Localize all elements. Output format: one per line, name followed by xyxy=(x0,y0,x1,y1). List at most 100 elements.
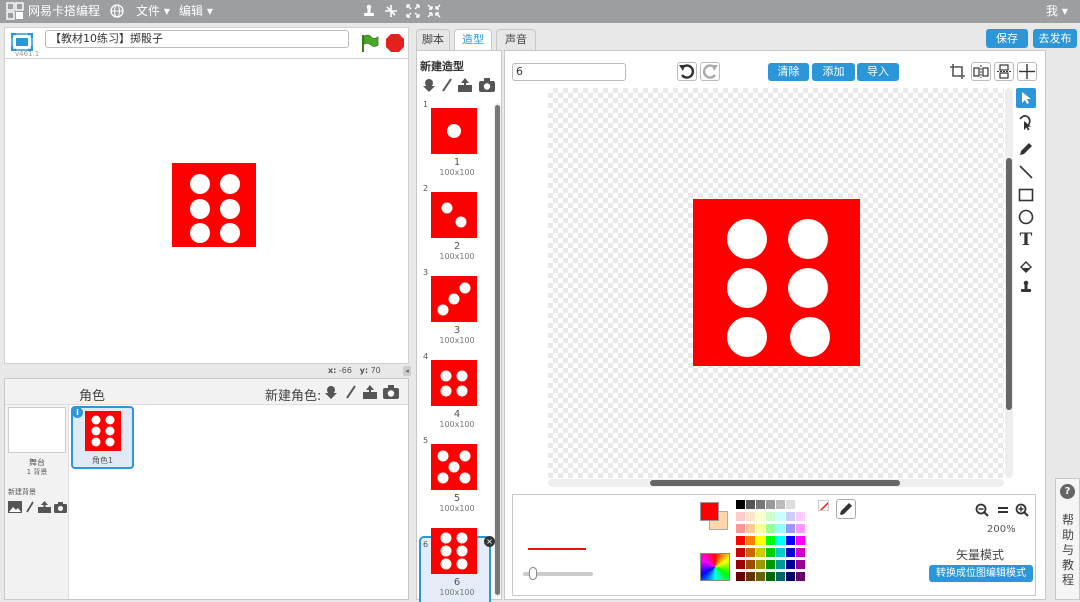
green-flag-button[interactable] xyxy=(359,33,379,53)
stop-button[interactable] xyxy=(385,33,405,53)
palette-swatch[interactable] xyxy=(766,536,775,545)
palette-swatch[interactable] xyxy=(786,572,795,581)
canvas-die-shape[interactable] xyxy=(693,199,860,366)
paint-canvas[interactable] xyxy=(548,88,1004,478)
palette-swatch[interactable] xyxy=(736,512,745,521)
transparent-swatch[interactable] xyxy=(818,500,829,511)
file-menu[interactable]: 文件 ▾ xyxy=(136,0,170,23)
sprite-from-library-icon[interactable] xyxy=(323,384,339,400)
tab-costumes[interactable]: 造型 xyxy=(454,29,492,52)
costume-delete-icon[interactable]: × xyxy=(484,536,495,547)
stage-canvas[interactable] xyxy=(4,59,409,364)
save-button[interactable]: 保存 xyxy=(986,29,1028,48)
palette-swatch[interactable] xyxy=(756,536,765,545)
palette-swatch[interactable] xyxy=(766,500,775,509)
palette-swatch[interactable] xyxy=(746,548,755,557)
costume-thumbnail[interactable] xyxy=(431,528,477,574)
text-tool-icon[interactable]: T xyxy=(1016,230,1036,250)
zoom-reset-button[interactable] xyxy=(996,503,1010,517)
stamp-tool[interactable] xyxy=(1016,277,1036,297)
palette-swatch[interactable] xyxy=(776,536,785,545)
palette-swatch[interactable] xyxy=(796,560,805,569)
palette-swatch[interactable] xyxy=(766,548,775,557)
upload-sprite-icon[interactable] xyxy=(362,384,378,400)
palette-swatch[interactable] xyxy=(766,572,775,581)
delete-tool-icon[interactable] xyxy=(384,0,398,23)
globe-icon[interactable] xyxy=(110,0,124,23)
palette-swatch[interactable] xyxy=(786,548,795,557)
brand-logo[interactable] xyxy=(6,0,24,23)
fullscreen-button[interactable] xyxy=(11,33,33,51)
palette-swatch[interactable] xyxy=(756,512,765,521)
palette-swatch[interactable] xyxy=(736,572,745,581)
palette-swatch[interactable] xyxy=(756,572,765,581)
grow-tool-icon[interactable] xyxy=(406,0,420,23)
select-tool[interactable] xyxy=(1016,88,1036,108)
stage-collapse-button[interactable]: ◂ xyxy=(403,366,411,376)
palette-swatch[interactable] xyxy=(746,572,755,581)
zoom-out-button[interactable] xyxy=(975,503,991,517)
sprite-info-icon[interactable]: i xyxy=(72,407,83,418)
tab-scripts[interactable]: 脚本 xyxy=(416,29,450,50)
ellipse-tool[interactable] xyxy=(1016,207,1036,227)
project-title-input[interactable]: 【教材10练习】掷骰子 xyxy=(45,30,349,48)
line-tool[interactable] xyxy=(1016,162,1036,182)
palette-swatch[interactable] xyxy=(796,572,805,581)
add-button[interactable]: 添加 xyxy=(812,63,855,81)
crop-button[interactable] xyxy=(948,62,968,81)
palette-swatch[interactable] xyxy=(766,524,775,533)
palette-swatch[interactable] xyxy=(746,560,755,569)
costume-list-scrollbar[interactable] xyxy=(495,105,500,595)
convert-to-bitmap-button[interactable]: 转换成位图编辑模式 xyxy=(929,565,1033,582)
zoom-in-button[interactable] xyxy=(1015,503,1031,517)
flip-vertical-button[interactable] xyxy=(994,62,1014,81)
costume-thumbnail[interactable] xyxy=(431,108,477,154)
palette-swatch[interactable] xyxy=(776,512,785,521)
palette-swatch[interactable] xyxy=(776,500,785,509)
palette-swatch[interactable] xyxy=(756,500,765,509)
pencil-tool[interactable] xyxy=(1016,139,1036,159)
costume-thumbnail[interactable] xyxy=(431,192,477,238)
costume-thumbnail[interactable] xyxy=(431,360,477,406)
import-button[interactable]: 导入 xyxy=(857,63,899,81)
help-question-icon[interactable]: ? xyxy=(1060,484,1075,499)
palette-swatch[interactable] xyxy=(766,560,775,569)
help-panel[interactable]: ? 帮助与教程 xyxy=(1055,478,1080,600)
backdrop-library-icon[interactable] xyxy=(8,501,22,513)
rectangle-tool[interactable] xyxy=(1016,185,1036,205)
camera-costume-icon[interactable] xyxy=(478,77,496,93)
palette-swatch[interactable] xyxy=(776,560,785,569)
palette-swatch[interactable] xyxy=(736,548,745,557)
eyedropper-button[interactable] xyxy=(836,499,856,519)
palette-swatch[interactable] xyxy=(736,524,745,533)
duplicate-tool-icon[interactable] xyxy=(362,0,376,23)
palette-swatch[interactable] xyxy=(786,536,795,545)
primary-color-swatch[interactable] xyxy=(700,502,719,521)
upload-backdrop-icon[interactable] xyxy=(38,501,51,513)
brand-name[interactable]: 网易卡搭编程 xyxy=(28,0,100,23)
stage-sprite-die[interactable] xyxy=(172,163,256,247)
palette-swatch[interactable] xyxy=(776,548,785,557)
paint-backdrop-icon[interactable] xyxy=(25,501,35,513)
paint-costume-icon[interactable] xyxy=(440,77,454,93)
shrink-tool-icon[interactable] xyxy=(427,0,441,23)
palette-swatch[interactable] xyxy=(756,524,765,533)
reshape-tool[interactable] xyxy=(1016,112,1036,132)
costume-thumbnail[interactable] xyxy=(431,444,477,490)
palette-swatch[interactable] xyxy=(746,524,755,533)
palette-swatch[interactable] xyxy=(796,548,805,557)
stage-thumbnail[interactable] xyxy=(8,407,66,453)
palette-swatch[interactable] xyxy=(786,500,795,509)
palette-swatch[interactable] xyxy=(756,548,765,557)
palette-swatch[interactable] xyxy=(796,536,805,545)
palette-swatch[interactable] xyxy=(746,536,755,545)
undo-button[interactable] xyxy=(677,62,697,81)
palette-swatch[interactable] xyxy=(756,560,765,569)
palette-swatch[interactable] xyxy=(766,512,775,521)
tab-sounds[interactable]: 声音 xyxy=(496,29,536,50)
palette-swatch[interactable] xyxy=(746,512,755,521)
color-picker-spectrum[interactable] xyxy=(700,553,730,581)
palette-swatch[interactable] xyxy=(796,524,805,533)
stroke-width-slider-handle[interactable] xyxy=(529,567,537,580)
palette-swatch[interactable] xyxy=(776,524,785,533)
